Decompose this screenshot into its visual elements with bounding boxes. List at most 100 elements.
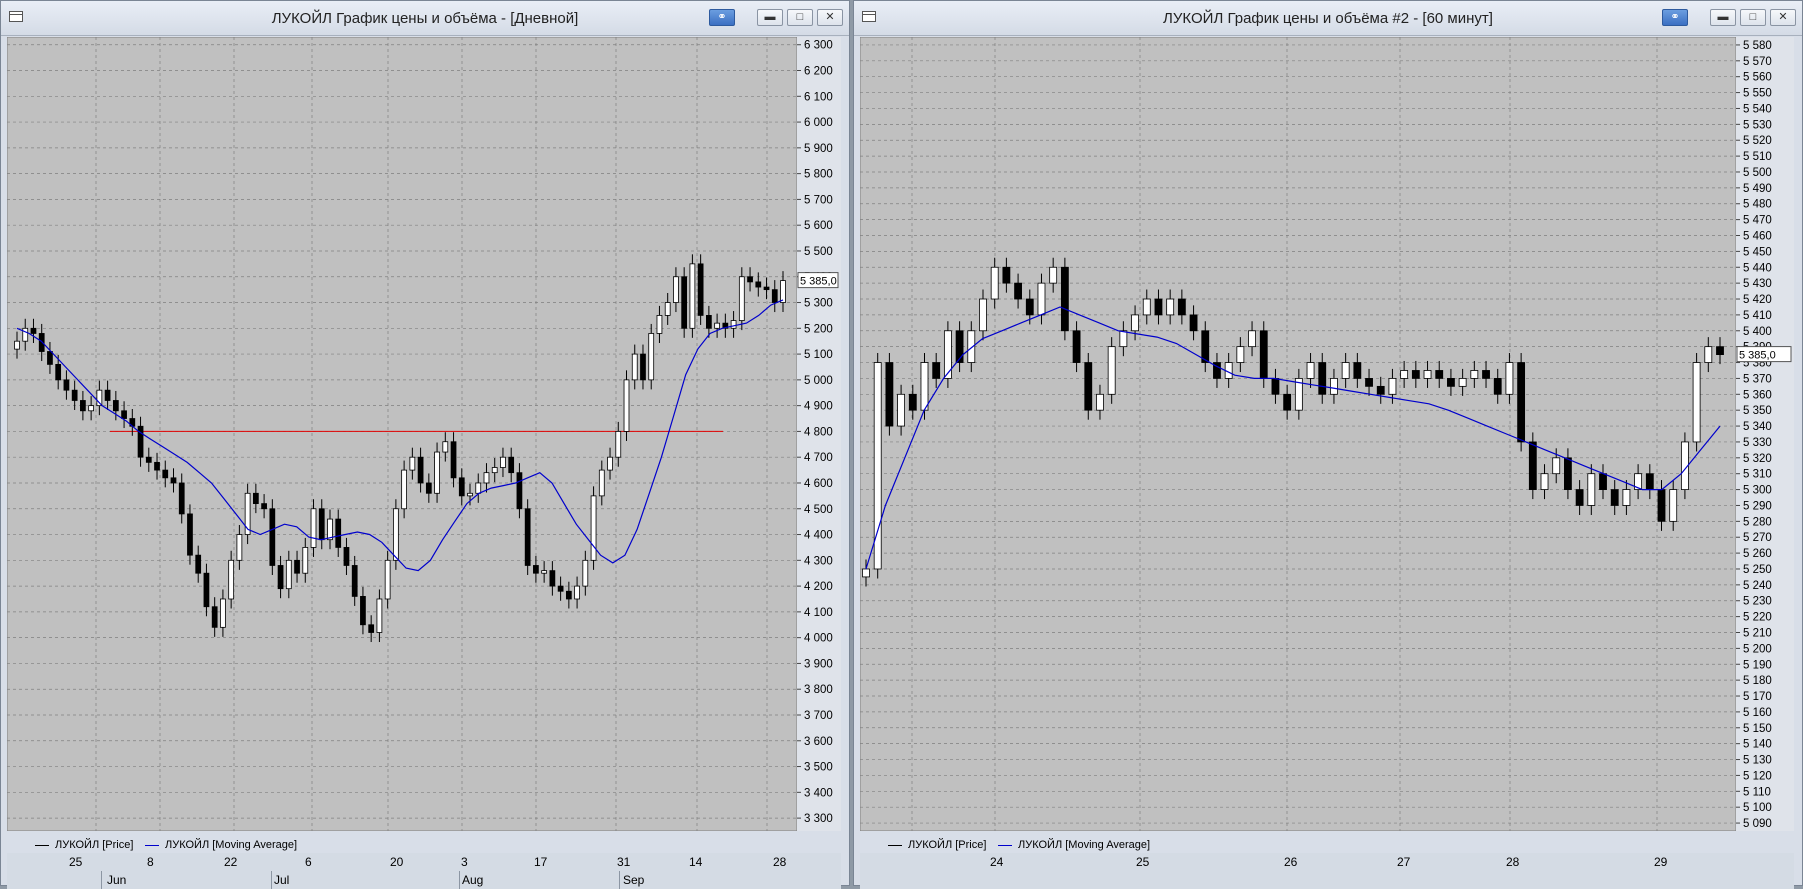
last-price-label: 5 385,0: [1739, 350, 1776, 362]
candle-body: [1564, 457, 1572, 490]
maximize-button[interactable]: □: [787, 9, 813, 26]
y-tick-label: 5 500: [1743, 167, 1772, 179]
titlebar[interactable]: ЛУКОЙЛ График цены и объёма #2 - [60 мин…: [854, 1, 1802, 36]
candle-body: [145, 456, 152, 463]
y-tick-label: 4 400: [804, 530, 833, 542]
link-icon[interactable]: ⚭: [709, 9, 735, 26]
link-icon[interactable]: ⚭: [1662, 9, 1688, 26]
candle-body: [55, 363, 62, 381]
y-tick-label: 5 450: [1743, 246, 1772, 258]
time-divider: [459, 871, 460, 889]
candle-body: [261, 503, 267, 510]
candle-body: [885, 362, 894, 427]
candle-body: [706, 315, 712, 329]
close-button[interactable]: ✕: [1770, 9, 1796, 26]
candle-body: [1669, 489, 1678, 522]
legend: ЛУКОЙЛ [Price] ЛУКОЙЛ [Moving Average]: [7, 836, 845, 854]
month-label: Jul: [274, 873, 290, 887]
candle-body: [1517, 362, 1526, 443]
time-tick-label: 17: [534, 855, 548, 869]
candle-body: [990, 266, 999, 300]
minimize-button[interactable]: ▬: [1710, 9, 1736, 26]
y-tick-label: 5 200: [1743, 643, 1772, 655]
time-divider: [271, 871, 272, 889]
candle-body: [277, 565, 284, 590]
candle-body: [1423, 370, 1432, 379]
candle-body: [401, 469, 407, 510]
y-tick-label: 5 360: [1743, 389, 1772, 401]
candle-body: [1622, 489, 1631, 506]
candle-body: [1411, 370, 1420, 379]
candle-body: [343, 547, 350, 566]
candle-body: [63, 379, 70, 391]
candle-body: [318, 508, 325, 541]
candle-body: [162, 469, 169, 479]
y-tick-label: 5 900: [804, 143, 833, 155]
candle-body: [1060, 266, 1069, 332]
candle-body: [565, 590, 572, 600]
candle-body: [1330, 378, 1338, 395]
legend-item-price: ЛУКОЙЛ [Price]: [35, 839, 133, 851]
candle-body: [1142, 298, 1151, 316]
candle-body: [549, 570, 556, 587]
y-tick-label: 5 340: [1743, 421, 1772, 433]
hourly-chart-window[interactable]: ЛУКОЙЛ График цены и объёма #2 - [60 мин…: [853, 0, 1803, 889]
candle-body: [771, 289, 778, 303]
titlebar[interactable]: ЛУКОЙЛ График цены и объёма - [Дневной] …: [1, 1, 849, 36]
candle-body: [467, 492, 473, 497]
maximize-button[interactable]: □: [1740, 9, 1766, 26]
y-tick-label: 5 310: [1743, 469, 1772, 481]
y-tick-label: 4 900: [804, 401, 833, 413]
y-tick-label: 5 700: [804, 194, 833, 206]
candle-body: [360, 596, 366, 626]
candle-body: [195, 554, 202, 574]
price-chart[interactable]: 5 090 5 100 5 110 5 120 5 130 5 140 5 150 5 160…: [860, 37, 1794, 831]
minimize-button[interactable]: ▬: [757, 9, 783, 26]
candle-body: [1657, 489, 1666, 522]
y-tick-label: 5 520: [1743, 135, 1772, 147]
y-tick-label: 3 500: [804, 762, 833, 774]
candle-body: [1084, 362, 1093, 411]
time-axis[interactable]: 25 8 22 6 20 3 17 31 14 28 Jun Jul Aug Sep: [7, 853, 841, 889]
candle-body: [1201, 330, 1210, 363]
candle-body: [1400, 370, 1409, 379]
candle-body: [368, 624, 375, 633]
close-button[interactable]: ✕: [817, 9, 843, 26]
y-tick-label: 5 560: [1743, 72, 1772, 84]
price-chart[interactable]: 3 300 3 400 3 500 3 600 3 700 3 800 3 900 4 000…: [7, 37, 841, 831]
time-tick-label: 25: [69, 855, 83, 869]
time-axis[interactable]: 24 25 26 27 28 29: [860, 853, 1794, 889]
candle-body: [112, 400, 119, 412]
candle-body: [1049, 266, 1058, 284]
candle-body: [458, 477, 465, 497]
candle-body: [714, 322, 720, 329]
y-tick-label: 5 440: [1743, 262, 1772, 274]
candle-body: [1107, 346, 1116, 395]
candle-body: [1645, 473, 1654, 490]
candle-body: [1131, 314, 1139, 332]
time-tick-label: 26: [1284, 855, 1298, 869]
candle-body: [1388, 378, 1397, 395]
candle-body: [1189, 314, 1198, 332]
candle-body: [203, 572, 210, 608]
candle-body: [1365, 378, 1373, 387]
time-tick-label: 31: [617, 855, 631, 869]
y-tick-label: 5 480: [1743, 199, 1772, 211]
daily-chart-window[interactable]: ЛУКОЙЛ График цены и объёма - [Дневной] …: [0, 0, 850, 889]
candle-body: [1540, 473, 1549, 490]
y-tick-label: 5 300: [1743, 485, 1772, 497]
y-tick-label: 5 600: [804, 220, 833, 232]
candle-body: [516, 472, 523, 510]
candle-body: [738, 276, 745, 321]
time-tick-label: 14: [689, 855, 703, 869]
candle-body: [631, 353, 638, 381]
candle-body: [582, 559, 589, 587]
candle-body: [1154, 298, 1163, 316]
candle-body: [1306, 362, 1315, 379]
candle-body: [1552, 457, 1561, 475]
candle-body: [1692, 362, 1701, 443]
time-tick-label: 6: [305, 855, 312, 869]
candle-body: [508, 456, 515, 474]
candle-body: [22, 327, 29, 342]
candle-body: [673, 276, 679, 303]
